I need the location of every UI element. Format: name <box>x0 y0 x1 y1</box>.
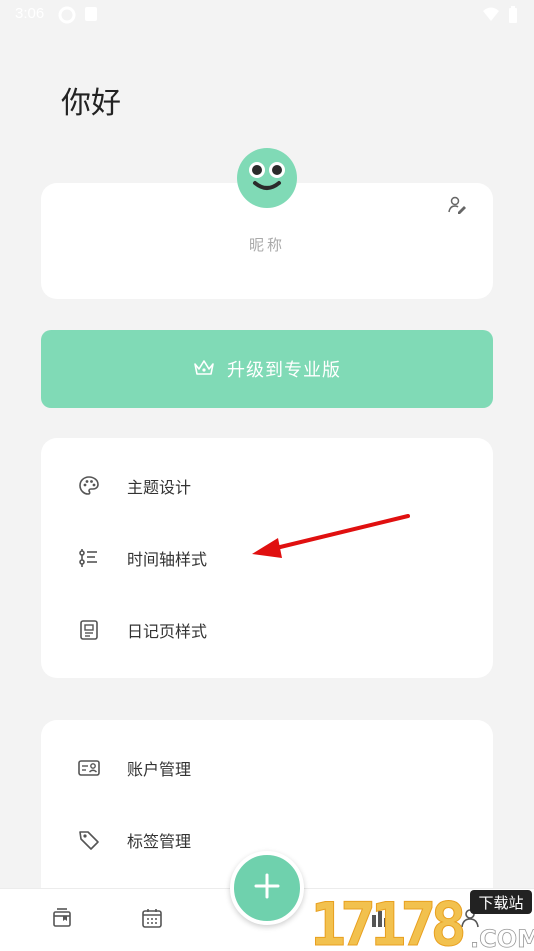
tab-calendar[interactable] <box>122 889 182 951</box>
crown-icon <box>193 358 215 380</box>
timeline-style-icon <box>77 546 101 570</box>
add-entry-button[interactable] <box>230 851 304 925</box>
menu-item-label: 主题设计 <box>127 478 192 497</box>
book-icon <box>51 907 73 933</box>
battery-status-icon <box>508 6 518 28</box>
tab-diary-book[interactable] <box>32 889 92 951</box>
notification-status-icon <box>84 6 98 26</box>
svg-text:17178: 17178 <box>310 890 463 950</box>
greeting-title: 你好 <box>61 86 121 121</box>
settings-status-icon <box>58 6 76 28</box>
nickname-label[interactable]: 昵称 <box>0 234 534 255</box>
account-card-icon <box>77 756 101 780</box>
tag-icon <box>77 828 101 852</box>
status-time: 3:06 <box>15 5 45 22</box>
menu-item-theme-design[interactable]: 主题设计 <box>41 456 493 516</box>
edit-profile-icon <box>447 195 467 219</box>
status-bar: 3:06 <box>0 0 534 30</box>
avatar[interactable] <box>237 148 297 208</box>
calendar-icon <box>141 907 163 933</box>
svg-text:下载站: 下载站 <box>478 894 523 912</box>
upgrade-label: 升级到专业版 <box>227 360 341 381</box>
menu-item-label: 日记页样式 <box>127 622 208 641</box>
plus-icon <box>253 872 281 904</box>
edit-profile-button[interactable] <box>443 193 471 221</box>
menu-item-diary-page-style[interactable]: 日记页样式 <box>41 600 493 660</box>
site-watermark-logo: 17178 下载站 .COM <box>310 890 534 951</box>
diary-page-icon <box>77 618 101 642</box>
menu-item-label: 标签管理 <box>127 832 192 851</box>
menu-item-account-management[interactable]: 账户管理 <box>41 738 493 798</box>
appearance-settings-card: 主题设计 时间轴样式 日记页样式 <box>41 438 493 678</box>
palette-icon <box>77 474 101 498</box>
menu-item-label: 账户管理 <box>127 760 192 779</box>
menu-item-timeline-style[interactable]: 时间轴样式 <box>41 528 493 588</box>
svg-text:.COM: .COM <box>470 925 534 950</box>
menu-item-label: 时间轴样式 <box>127 550 208 569</box>
wifi-status-icon <box>482 6 500 26</box>
upgrade-to-pro-button[interactable]: 升级到专业版 <box>41 330 493 408</box>
